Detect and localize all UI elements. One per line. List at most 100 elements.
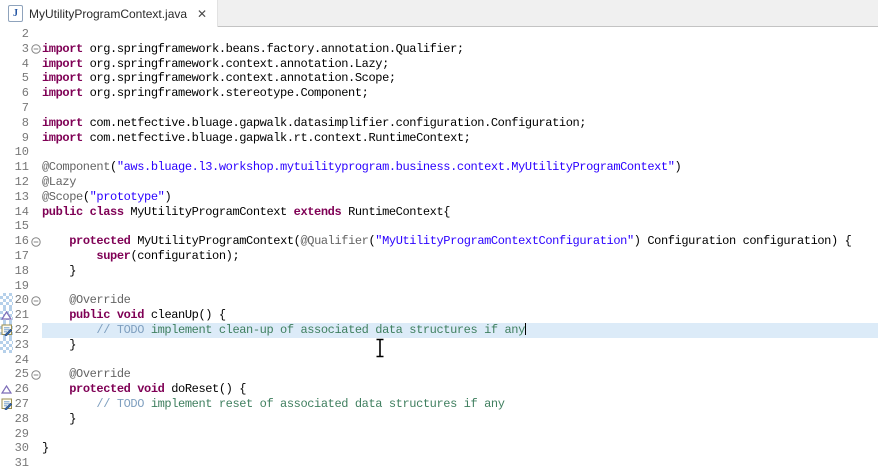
line-number[interactable]: 24 (13, 353, 29, 368)
fold-collapse-icon[interactable] (31, 296, 41, 306)
marker-gutter[interactable] (0, 382, 13, 397)
code-line[interactable]: 26 protected void doReset() { (0, 382, 878, 397)
code-text[interactable]: // TODO implement reset of associated da… (42, 397, 878, 412)
line-number[interactable]: 4 (13, 57, 29, 72)
line-number[interactable]: 31 (13, 456, 29, 471)
fold-collapse-icon[interactable] (31, 370, 41, 380)
line-number[interactable]: 7 (13, 101, 29, 116)
code-line[interactable]: 11 @Component("aws.bluage.l3.workshop.myt… (0, 160, 878, 175)
code-line[interactable]: 7 (0, 101, 878, 116)
code-text[interactable] (42, 353, 878, 368)
code-text[interactable]: public class MyUtilityProgramContext ext… (42, 205, 878, 220)
code-text[interactable] (42, 427, 878, 442)
code-line[interactable]: 18 } (0, 264, 878, 279)
line-number[interactable]: 30 (13, 441, 29, 456)
code-text[interactable]: import com.netfective.bluage.gapwalk.rt.… (42, 131, 878, 146)
line-number[interactable]: 29 (13, 427, 29, 442)
code-line[interactable]: 10 (0, 145, 878, 160)
code-text[interactable]: import org.springframework.context.annot… (42, 71, 878, 86)
line-number[interactable]: 13 (13, 190, 29, 205)
marker-gutter[interactable] (0, 397, 13, 412)
line-number[interactable]: 3 (13, 42, 29, 57)
line-number[interactable]: 27 (13, 397, 29, 412)
code-line[interactable]: 27 // TODO implement reset of associated… (0, 397, 878, 412)
fold-gutter[interactable] (29, 42, 42, 57)
fold-gutter[interactable] (29, 367, 42, 382)
line-number[interactable]: 21 (13, 308, 29, 323)
range-indicator[interactable] (0, 308, 13, 323)
code-text[interactable]: } (42, 412, 878, 427)
code-text[interactable]: @Override (42, 293, 878, 308)
code-text[interactable]: public void cleanUp() { (42, 308, 878, 323)
line-number[interactable]: 23 (13, 338, 29, 353)
code-text[interactable]: protected void doReset() { (42, 382, 878, 397)
line-number[interactable]: 12 (13, 175, 29, 190)
code-text[interactable]: } (42, 338, 878, 353)
code-text[interactable] (42, 101, 878, 116)
override-indicator-icon[interactable] (1, 385, 12, 394)
code-line[interactable]: 28 } (0, 412, 878, 427)
code-text[interactable] (42, 145, 878, 160)
code-line[interactable]: 23 } (0, 338, 878, 353)
code-line[interactable]: 5 import org.springframework.context.anno… (0, 71, 878, 86)
line-number[interactable]: 19 (13, 279, 29, 294)
line-number[interactable]: 16 (13, 234, 29, 249)
code-line[interactable]: 31 (0, 456, 878, 471)
code-text[interactable]: @Scope("prototype") (42, 190, 878, 205)
code-line[interactable]: 29 (0, 427, 878, 442)
code-text[interactable] (42, 27, 878, 42)
code-line[interactable]: 12 @Lazy (0, 175, 878, 190)
code-text[interactable]: import org.springframework.stereotype.Co… (42, 86, 878, 101)
code-line[interactable]: 9import com.netfective.bluage.gapwalk.rt… (0, 131, 878, 146)
code-line[interactable]: 21 public void cleanUp() { (0, 308, 878, 323)
code-line[interactable]: 8import com.netfective.bluage.gapwalk.da… (0, 116, 878, 131)
line-number[interactable]: 2 (13, 27, 29, 42)
line-number[interactable]: 22 (13, 323, 29, 338)
line-number[interactable]: 15 (13, 219, 29, 234)
line-number[interactable]: 18 (13, 264, 29, 279)
fold-collapse-icon[interactable] (31, 237, 41, 247)
task-marker-icon[interactable] (1, 324, 13, 336)
code-text[interactable] (42, 456, 878, 471)
code-text[interactable]: } (42, 441, 878, 456)
line-number[interactable]: 10 (13, 145, 29, 160)
code-text[interactable]: protected MyUtilityProgramContext(@Quali… (42, 234, 878, 249)
line-number[interactable]: 28 (13, 412, 29, 427)
code-line[interactable]: 20 @Override (0, 293, 878, 308)
code-line[interactable]: 2 (0, 27, 878, 42)
line-number[interactable]: 26 (13, 382, 29, 397)
code-line[interactable]: 16 protected MyUtilityProgramContext(@Qu… (0, 234, 878, 249)
line-number[interactable]: 8 (13, 116, 29, 131)
range-indicator[interactable] (0, 323, 13, 338)
code-text[interactable] (42, 279, 878, 294)
code-line[interactable]: 14public class MyUtilityProgramContext e… (0, 205, 878, 220)
override-indicator-icon[interactable] (1, 311, 12, 320)
code-line[interactable]: 6 import org.springframework.stereotype.C… (0, 86, 878, 101)
line-number[interactable]: 11 (13, 160, 29, 175)
fold-gutter[interactable] (29, 293, 42, 308)
code-line[interactable]: 19 (0, 279, 878, 294)
code-line[interactable]: 15 (0, 219, 878, 234)
editor-tab-myutilityprogramcontext[interactable]: J MyUtilityProgramContext.java ✕ (0, 0, 218, 27)
code-editor[interactable]: 23 import org.springframework.beans.facto… (0, 27, 878, 471)
code-text[interactable]: import org.springframework.beans.factory… (42, 42, 878, 57)
fold-gutter[interactable] (29, 234, 42, 249)
line-number[interactable]: 5 (13, 71, 29, 86)
code-text[interactable]: super(configuration); (42, 249, 878, 264)
code-text[interactable]: @Override (42, 367, 878, 382)
code-text[interactable]: @Lazy (42, 175, 878, 190)
code-text[interactable]: } (42, 264, 878, 279)
code-text[interactable]: import org.springframework.context.annot… (42, 57, 878, 72)
tab-close-icon[interactable]: ✕ (197, 8, 207, 20)
line-number[interactable]: 6 (13, 86, 29, 101)
fold-collapse-icon[interactable] (31, 44, 41, 54)
code-line[interactable]: 24 (0, 353, 878, 368)
code-line[interactable]: 3 import org.springframework.beans.factor… (0, 42, 878, 57)
line-number[interactable]: 17 (13, 249, 29, 264)
code-text[interactable] (42, 219, 878, 234)
task-marker-icon[interactable] (1, 398, 13, 410)
line-number[interactable]: 25 (13, 367, 29, 382)
code-line[interactable]: 22 // TODO implement clean-up of associa… (0, 323, 878, 338)
code-text[interactable]: // TODO implement clean-up of associated… (42, 323, 878, 338)
code-text[interactable]: @Component("aws.bluage.l3.workshop.mytui… (42, 160, 878, 175)
